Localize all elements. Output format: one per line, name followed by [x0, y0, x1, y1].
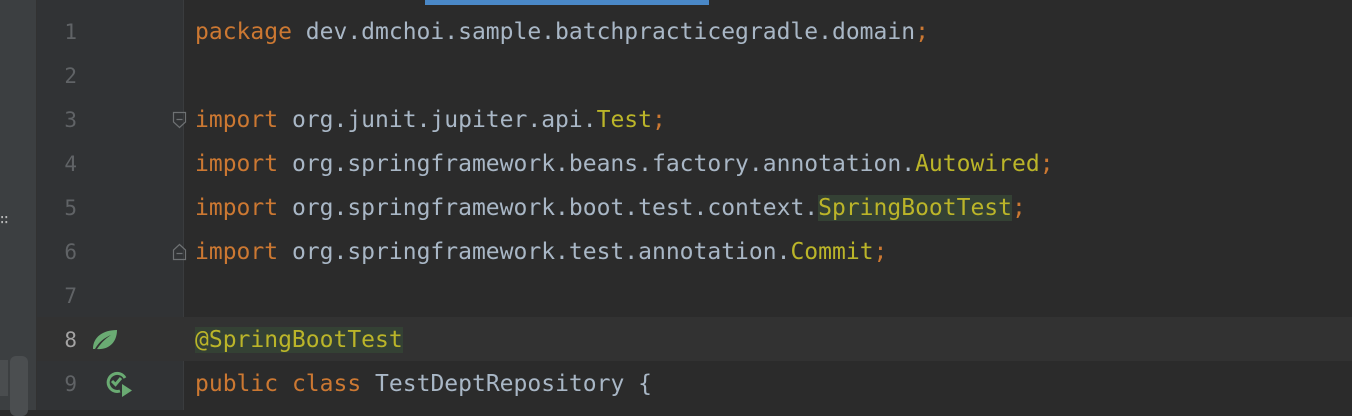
- code-line[interactable]: 5 import org.springframework.boot.test.co…: [0, 186, 1352, 230]
- code-token: TestDeptRepository {: [361, 371, 652, 397]
- code-token: ;: [873, 239, 888, 265]
- code-line[interactable]: 2: [0, 54, 1352, 98]
- code-token: org.springframework.boot.test.context.: [278, 195, 819, 221]
- code-text[interactable]: import org.springframework.test.annotati…: [195, 230, 887, 274]
- code-token: ;: [1039, 151, 1054, 177]
- code-text[interactable]: @SpringBootTest: [195, 318, 403, 362]
- code-token: org.junit.jupiter.api.: [278, 107, 597, 133]
- line-number: 7: [64, 284, 77, 308]
- code-token: ;: [915, 19, 929, 45]
- code-line[interactable]: 8 @SpringBootTest: [0, 318, 1352, 362]
- fold-start-icon[interactable]: [172, 111, 187, 129]
- run-test-icon[interactable]: [104, 369, 134, 399]
- code-line[interactable]: 3 import org.junit.jupiter.api.Test;: [0, 98, 1352, 142]
- code-line[interactable]: 4 import org.springframework.beans.factor…: [0, 142, 1352, 186]
- code-text[interactable]: import org.springframework.boot.test.con…: [195, 186, 1026, 230]
- code-line[interactable]: 7: [0, 274, 1352, 318]
- line-number: 6: [64, 240, 77, 264]
- line-number: 1: [64, 20, 77, 44]
- fold-end-icon[interactable]: [172, 243, 187, 261]
- code-line[interactable]: 6 import org.springframework.test.annotat…: [0, 230, 1352, 274]
- line-number: 8: [64, 328, 77, 352]
- line-number: 5: [64, 196, 77, 220]
- code-text[interactable]: package dev.dmchoi.sample.batchpracticeg…: [195, 10, 929, 54]
- code-token: ;: [1012, 195, 1026, 221]
- spring-bean-icon[interactable]: [90, 327, 120, 353]
- code-token: SpringBootTest: [818, 195, 1013, 221]
- code-token: import: [195, 107, 279, 133]
- code-token: org.springframework.beans.factory.annota…: [278, 151, 916, 177]
- code-line[interactable]: 1 package dev.dmchoi.sample.batchpractice…: [0, 10, 1352, 54]
- code-token: import: [195, 195, 279, 221]
- code-token: ;: [651, 107, 666, 133]
- code-token: package: [195, 19, 292, 45]
- code-token: dev.dmchoi.sample.batchpracticegradle.do…: [291, 19, 916, 45]
- line-number: 3: [64, 108, 77, 132]
- code-token: import: [195, 239, 279, 265]
- active-tab-indicator: [425, 0, 709, 5]
- code-text[interactable]: public class TestDeptRepository {: [195, 362, 652, 406]
- code-token: Test: [596, 107, 652, 133]
- line-number: 9: [64, 372, 77, 396]
- code-line[interactable]: 9 public class TestDeptRepository {: [0, 362, 1352, 406]
- code-token: class: [291, 371, 362, 397]
- code-text[interactable]: import org.junit.jupiter.api.Test;: [195, 98, 666, 142]
- code-token: public: [195, 371, 279, 397]
- line-number: 4: [64, 152, 77, 176]
- line-number: 2: [64, 64, 77, 88]
- code-text[interactable]: import org.springframework.beans.factory…: [195, 142, 1054, 186]
- code-token: @SpringBootTest: [195, 327, 403, 353]
- code-token: Commit: [790, 239, 874, 265]
- code-token: org.springframework.test.annotation.: [278, 239, 791, 265]
- code-token: import: [195, 151, 279, 177]
- code-token: Autowired: [915, 151, 1040, 177]
